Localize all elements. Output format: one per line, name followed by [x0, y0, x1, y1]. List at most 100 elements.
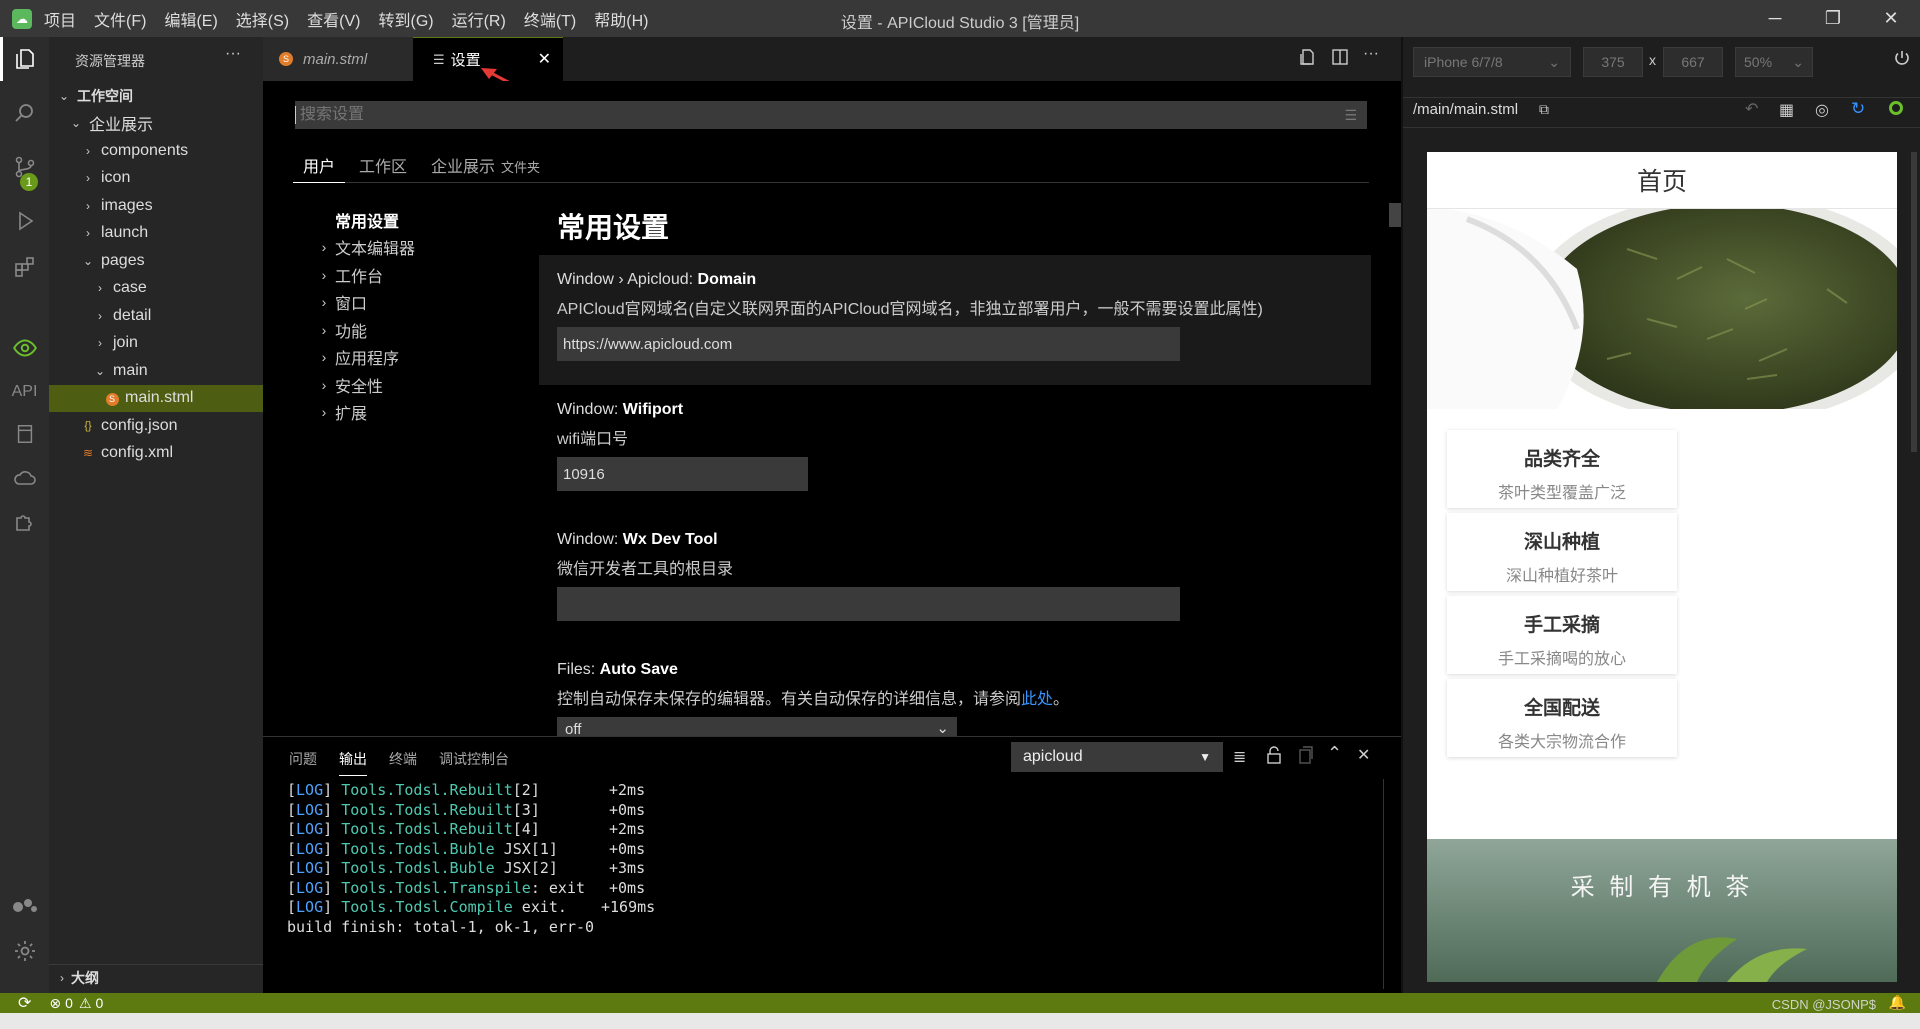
toc-item[interactable]: › 安全性	[313, 371, 513, 399]
settings-search-input[interactable]	[295, 106, 1345, 124]
toc-item[interactable]: › 扩展	[313, 399, 513, 427]
output-scrollbar[interactable]	[1383, 779, 1393, 989]
open-settings-json-icon[interactable]	[1299, 48, 1317, 71]
tree-item[interactable]: › case	[49, 275, 263, 302]
docs-icon[interactable]	[0, 412, 49, 456]
scope-tab[interactable]: 工作区	[349, 153, 417, 183]
qrcode-icon[interactable]: ▦	[1779, 100, 1794, 120]
banner-text: 采 制 有 机 茶	[1570, 874, 1754, 901]
run-debug-icon[interactable]	[0, 199, 49, 243]
toc-item[interactable]: › 窗口	[313, 289, 513, 317]
tree-item[interactable]: {} config.json	[49, 412, 263, 439]
toc-item[interactable]: › 工作台	[313, 261, 513, 289]
plugin-icon[interactable]	[0, 500, 49, 544]
menu-item[interactable]: 选择(S)	[236, 7, 289, 31]
back-icon[interactable]: ↶	[1745, 99, 1758, 119]
tree-item[interactable]: ⌄ 工作空间	[49, 82, 263, 109]
settings-scrollbar[interactable]	[1389, 203, 1401, 227]
panel-tab[interactable]: 终端	[389, 749, 417, 776]
menu-item[interactable]: 文件(F)	[94, 7, 146, 31]
cloud-icon[interactable]	[0, 456, 49, 500]
tree-item[interactable]: › detail	[49, 302, 263, 329]
height-input[interactable]	[1663, 47, 1723, 77]
preview-eye-icon[interactable]	[0, 326, 49, 370]
tree-item[interactable]: › launch	[49, 220, 263, 247]
width-input[interactable]	[1583, 47, 1643, 77]
feature-card[interactable]: 品类齐全 茶叶类型覆盖广泛	[1447, 430, 1677, 508]
menu-item[interactable]: 查看(V)	[307, 7, 360, 31]
feature-card[interactable]: 深山种植 深山种植好茶叶	[1447, 513, 1677, 591]
clear-output-icon[interactable]: ≣	[1233, 747, 1246, 767]
chevron-right-icon: ›	[98, 308, 102, 323]
setting-doc-link[interactable]: 此处	[1021, 691, 1053, 708]
setting-title: Files: Auto Save	[557, 661, 1357, 679]
scope-tab[interactable]: 企业展示 文件夹	[421, 153, 550, 183]
more-editor-actions-icon[interactable]: ···	[1363, 45, 1379, 63]
device-select[interactable]: iPhone 6/7/8 ⌄	[1413, 47, 1571, 77]
panel-tab[interactable]: 调试控制台	[439, 749, 509, 776]
output-channel-select[interactable]: apicloud ▼	[1011, 742, 1223, 772]
tab-main-stml[interactable]: S main.stml	[263, 37, 413, 81]
menu-item[interactable]: 编辑(E)	[164, 7, 217, 31]
zoom-select[interactable]: 50% ⌄	[1735, 47, 1813, 77]
warning-count: 0	[95, 995, 104, 1011]
notification-bell-icon[interactable]: 🔔	[1889, 994, 1906, 1011]
setting-select[interactable]: off ⌄	[557, 717, 957, 737]
search-icon[interactable]	[0, 91, 49, 135]
warning-icon[interactable]: ⚠	[79, 995, 92, 1012]
sync-icon[interactable]: ⟳	[18, 993, 31, 1013]
tree-item[interactable]: › join	[49, 330, 263, 357]
close-window-icon[interactable]: ✕	[1866, 0, 1916, 37]
refresh-icon[interactable]: ↻	[1851, 99, 1865, 119]
filter-icon[interactable]: ☰	[1344, 107, 1357, 124]
explorer-icon[interactable]	[0, 37, 49, 81]
copy-path-icon[interactable]: ⧉	[1539, 101, 1549, 118]
tree-item[interactable]: ⌄ 企业展示	[49, 110, 263, 137]
account-icon[interactable]	[0, 884, 49, 928]
api-icon[interactable]: API	[0, 370, 49, 414]
toc-item[interactable]: 常用设置	[313, 206, 513, 234]
setting-input[interactable]	[557, 457, 808, 491]
target-icon[interactable]: ◎	[1815, 100, 1829, 120]
panel-tab[interactable]: 问题	[289, 749, 317, 776]
setting-input[interactable]	[557, 327, 1180, 361]
menu-item[interactable]: 项目	[44, 7, 76, 31]
tree-item[interactable]: › images	[49, 192, 263, 219]
lock-scroll-icon[interactable]	[1266, 746, 1282, 769]
tree-item[interactable]: › components	[49, 137, 263, 164]
toc-item[interactable]: › 文本编辑器	[313, 234, 513, 262]
copy-output-icon[interactable]	[1298, 746, 1314, 769]
split-editor-icon[interactable]	[1331, 48, 1349, 71]
setting-input[interactable]	[557, 587, 1180, 621]
feature-card[interactable]: 全国配送 各类大宗物流合作	[1447, 679, 1677, 757]
extensions-icon[interactable]	[0, 245, 49, 289]
settings-search-box[interactable]: ☰	[295, 101, 1367, 129]
feature-card[interactable]: 手工采摘 手工采摘喝的放心	[1447, 596, 1677, 674]
source-control-icon[interactable]: 1	[0, 145, 49, 191]
toc-item[interactable]: › 功能	[313, 316, 513, 344]
tree-item[interactable]: Smain.stml	[49, 384, 263, 412]
power-icon[interactable]	[1893, 49, 1911, 72]
close-panel-icon[interactable]: ✕	[1357, 745, 1370, 765]
minimize-icon[interactable]: ─	[1750, 0, 1800, 37]
menu-item[interactable]: 运行(R)	[452, 7, 506, 31]
tree-item[interactable]: › icon	[49, 165, 263, 192]
toc-item[interactable]: › 应用程序	[313, 344, 513, 372]
gear-icon[interactable]	[0, 929, 49, 973]
tree-item[interactable]: ≋ config.xml	[49, 440, 263, 467]
error-icon[interactable]: ⊗	[49, 995, 61, 1012]
menu-item[interactable]: 终端(T)	[524, 7, 576, 31]
menu-item[interactable]: 转到(G)	[378, 7, 433, 31]
panel-tab[interactable]: 输出	[339, 749, 367, 776]
more-actions-icon[interactable]: ···	[225, 45, 241, 63]
error-count: 0	[65, 995, 73, 1011]
menu-item[interactable]: 帮助(H)	[594, 7, 648, 31]
setting-item: Window › Apicloud: Domain APICloud官网域名(自定…	[557, 271, 1357, 361]
preview-scrollbar[interactable]	[1911, 152, 1917, 452]
maximize-panel-icon[interactable]: ⌃	[1327, 743, 1342, 764]
scope-tab[interactable]: 用户	[293, 153, 346, 183]
outline-section[interactable]: › 大纲	[49, 964, 263, 991]
restore-icon[interactable]: ❐	[1808, 0, 1858, 37]
tree-item[interactable]: ⌄ main	[49, 357, 263, 384]
tree-item[interactable]: ⌄ pages	[49, 247, 263, 274]
